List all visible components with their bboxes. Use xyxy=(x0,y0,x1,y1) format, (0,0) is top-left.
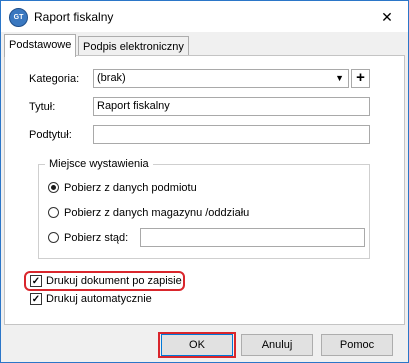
group-legend: Miejsce wystawienia xyxy=(45,158,153,170)
pobierz-stad-input[interactable] xyxy=(140,228,365,247)
radio-label-stad[interactable]: Pobierz stąd: xyxy=(64,232,128,244)
chevron-down-icon: ▼ xyxy=(335,73,344,83)
radio-selected-dot xyxy=(51,185,56,190)
tytul-input[interactable]: Raport fiskalny xyxy=(93,97,370,116)
checkbox-drukuj-automatycznie[interactable]: ✓ xyxy=(30,293,42,305)
podtytul-input[interactable] xyxy=(93,125,370,144)
add-category-button[interactable]: + xyxy=(351,69,370,88)
radio-pobierz-z-podmiotu[interactable] xyxy=(48,182,59,193)
title-bar: GT Raport fiskalny ✕ xyxy=(1,1,408,32)
kategoria-label: Kategoria: xyxy=(29,73,80,85)
tytul-label: Tytuł: xyxy=(29,101,56,113)
window-title: Raport fiskalny xyxy=(34,10,114,24)
cancel-button[interactable]: Anuluj xyxy=(241,334,313,356)
tab-strip: Podstawowe Podpis elektroniczny xyxy=(1,32,408,57)
help-button[interactable]: Pomoc xyxy=(321,334,393,356)
checkbox-drukuj-po-zapisie[interactable]: ✓ xyxy=(30,275,42,287)
app-logo-icon: GT xyxy=(9,8,28,27)
radio-pobierz-z-magazynu[interactable] xyxy=(48,207,59,218)
tab-podstawowe[interactable]: Podstawowe xyxy=(4,34,77,57)
podtytul-label: Podtytuł: xyxy=(29,129,72,141)
ok-button[interactable]: OK xyxy=(161,334,233,356)
radio-pobierz-stad[interactable] xyxy=(48,232,59,243)
kategoria-value: (brak) xyxy=(97,72,126,84)
dialog-window: GT Raport fiskalny ✕ Podstawowe Podpis e… xyxy=(0,0,409,363)
checkbox-label-drukuj-po-zapisie[interactable]: Drukuj dokument po zapisie xyxy=(46,275,182,287)
tab-podpis-elektroniczny[interactable]: Podpis elektroniczny xyxy=(78,36,189,57)
radio-label-magazyn[interactable]: Pobierz z danych magazynu /oddziału xyxy=(64,207,249,219)
checkbox-label-drukuj-automatycznie[interactable]: Drukuj automatycznie xyxy=(46,293,152,305)
kategoria-dropdown[interactable]: (brak) ▼ xyxy=(93,69,349,88)
radio-label-podmiot[interactable]: Pobierz z danych podmiotu xyxy=(64,182,197,194)
close-button[interactable]: ✕ xyxy=(375,5,399,29)
